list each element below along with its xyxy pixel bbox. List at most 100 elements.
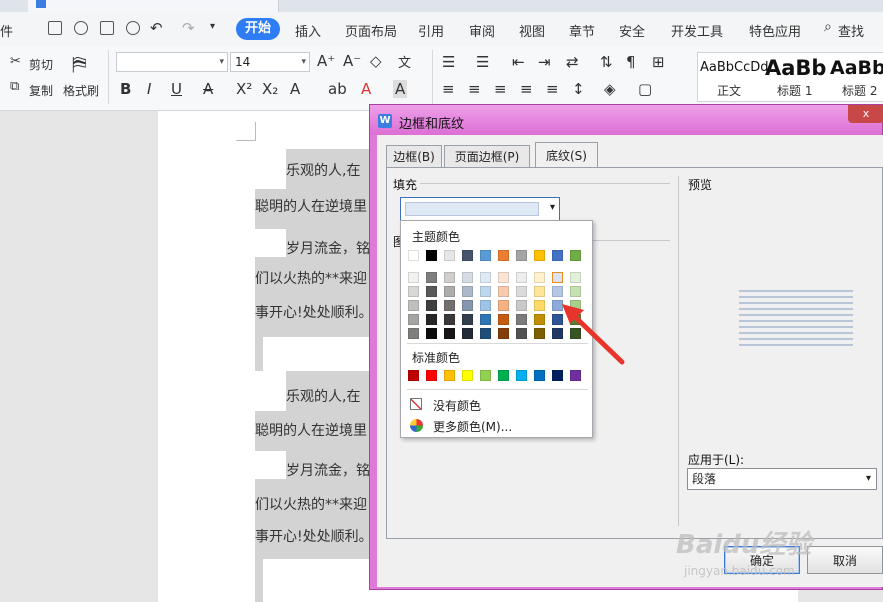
theme-shade-swatch[interactable] [462, 286, 473, 297]
theme-shade-swatch[interactable] [498, 286, 509, 297]
theme-shade-swatch[interactable] [462, 272, 473, 283]
theme-shade-swatch[interactable] [426, 328, 437, 339]
theme-shade-swatch[interactable] [408, 300, 419, 311]
theme-color-swatch[interactable] [426, 250, 437, 261]
search-button[interactable]: 查找 [838, 21, 864, 40]
style-heading2-preview[interactable]: AaBb [830, 57, 883, 79]
style-heading1-name[interactable]: 标题 1 [777, 82, 812, 99]
borders-icon[interactable]: ▢ [638, 80, 652, 98]
file-menu[interactable]: 件 [0, 21, 13, 40]
standard-color-swatch[interactable] [498, 370, 509, 381]
theme-shade-swatch[interactable] [480, 286, 491, 297]
superscript-icon[interactable]: X² [236, 80, 252, 98]
grid-icon[interactable]: ⊞ [652, 53, 665, 71]
decrease-indent-icon[interactable]: ⇤ [512, 53, 525, 71]
cut-icon[interactable]: ✂ [10, 54, 21, 69]
distributed-icon[interactable]: ≡ [546, 80, 559, 98]
standard-color-swatch[interactable] [426, 370, 437, 381]
standard-color-swatch[interactable] [444, 370, 455, 381]
underline-icon[interactable]: U [171, 80, 182, 98]
increase-indent-icon[interactable]: ⇥ [538, 53, 551, 71]
theme-color-swatch[interactable] [480, 250, 491, 261]
close-button[interactable]: x [848, 105, 883, 123]
theme-shade-swatch[interactable] [444, 300, 455, 311]
theme-shade-swatch[interactable] [426, 286, 437, 297]
theme-shade-swatch[interactable] [516, 328, 527, 339]
tab-shading[interactable]: 底纹(S) [535, 142, 598, 168]
standard-color-swatch[interactable] [516, 370, 527, 381]
theme-shade-swatch[interactable] [444, 286, 455, 297]
tab-start[interactable]: 开始 [236, 18, 280, 40]
theme-shade-swatch[interactable] [534, 314, 545, 325]
copy-icon[interactable]: ⧉ [10, 79, 19, 94]
style-heading1-preview[interactable]: AaBb [765, 56, 826, 80]
theme-color-swatch[interactable] [444, 250, 455, 261]
font-size-combo[interactable]: 14 ▾ [230, 52, 310, 72]
export-icon[interactable] [74, 21, 88, 35]
style-normal-name[interactable]: 正文 [717, 82, 741, 99]
theme-shade-swatch[interactable] [462, 300, 473, 311]
theme-shade-swatch[interactable] [408, 328, 419, 339]
tab-page-layout[interactable]: 页面布局 [345, 21, 397, 40]
theme-shade-swatch[interactable] [408, 286, 419, 297]
shrink-font-icon[interactable]: A⁻ [343, 52, 361, 70]
preview-icon[interactable] [126, 21, 140, 35]
clear-format-icon[interactable]: ◇ [370, 52, 382, 70]
copy-button[interactable]: 复制 [29, 82, 53, 99]
tab-page-border[interactable]: 页面边框(P) [444, 145, 530, 167]
theme-shade-swatch[interactable] [408, 272, 419, 283]
theme-shade-swatch[interactable] [516, 300, 527, 311]
standard-color-swatch[interactable] [552, 370, 563, 381]
align-left-icon[interactable]: ≡ [442, 80, 455, 98]
theme-color-swatch[interactable] [570, 250, 581, 261]
text-direction-icon[interactable]: ⇄ [566, 53, 579, 71]
theme-shade-swatch[interactable] [534, 328, 545, 339]
cut-button[interactable]: 剪切 [29, 56, 53, 73]
theme-shade-swatch[interactable] [444, 272, 455, 283]
text-effect-icon[interactable]: A [290, 80, 300, 98]
theme-color-swatch[interactable] [498, 250, 509, 261]
fill-color-dropdown[interactable]: ▾ [400, 197, 560, 221]
theme-shade-swatch[interactable] [498, 272, 509, 283]
bold-icon[interactable]: B [120, 80, 131, 98]
theme-color-swatch[interactable] [534, 250, 545, 261]
style-heading2-name[interactable]: 标题 2 [842, 82, 877, 99]
font-name-combo[interactable]: ▾ [116, 52, 228, 72]
theme-shade-swatch[interactable] [480, 328, 491, 339]
theme-shade-swatch[interactable] [516, 272, 527, 283]
theme-shade-swatch[interactable] [534, 286, 545, 297]
theme-color-swatch[interactable] [552, 250, 563, 261]
theme-shade-swatch[interactable] [462, 328, 473, 339]
theme-shade-swatch[interactable] [480, 300, 491, 311]
more-colors-item[interactable]: 更多颜色(M)... [433, 418, 512, 435]
theme-shade-swatch[interactable] [498, 300, 509, 311]
standard-color-swatch[interactable] [462, 370, 473, 381]
font-color-icon[interactable]: A [361, 80, 371, 98]
theme-color-swatch[interactable] [516, 250, 527, 261]
line-spacing-icon[interactable]: ↕ [572, 80, 585, 98]
justify-icon[interactable]: ≡ [520, 80, 533, 98]
style-normal-preview[interactable]: AaBbCcDd [700, 60, 769, 75]
no-color-item[interactable]: 没有颜色 [433, 397, 481, 414]
italic-icon[interactable]: I [147, 80, 151, 98]
char-shading-icon[interactable]: A [393, 80, 408, 98]
tab-view[interactable]: 视图 [519, 21, 545, 40]
quick-access-dropdown-icon[interactable]: ▾ [210, 21, 215, 32]
cancel-button[interactable]: 取消 [807, 546, 883, 574]
theme-shade-swatch[interactable] [570, 272, 581, 283]
theme-shade-swatch[interactable] [426, 300, 437, 311]
theme-shade-swatch[interactable] [462, 314, 473, 325]
theme-shade-swatch[interactable] [480, 272, 491, 283]
apply-to-select[interactable]: 段落 ▾ [687, 468, 877, 490]
tab-chapter[interactable]: 章节 [569, 21, 595, 40]
theme-shade-swatch[interactable] [552, 286, 563, 297]
tab-review[interactable]: 审阅 [469, 21, 495, 40]
theme-shade-swatch[interactable] [534, 300, 545, 311]
tab-security[interactable]: 安全 [619, 21, 645, 40]
theme-shade-swatch[interactable] [426, 272, 437, 283]
align-center-icon[interactable]: ≡ [468, 80, 481, 98]
tab-features[interactable]: 特色应用 [749, 21, 801, 40]
standard-color-swatch[interactable] [480, 370, 491, 381]
theme-shade-swatch[interactable] [444, 328, 455, 339]
theme-shade-swatch[interactable] [480, 314, 491, 325]
